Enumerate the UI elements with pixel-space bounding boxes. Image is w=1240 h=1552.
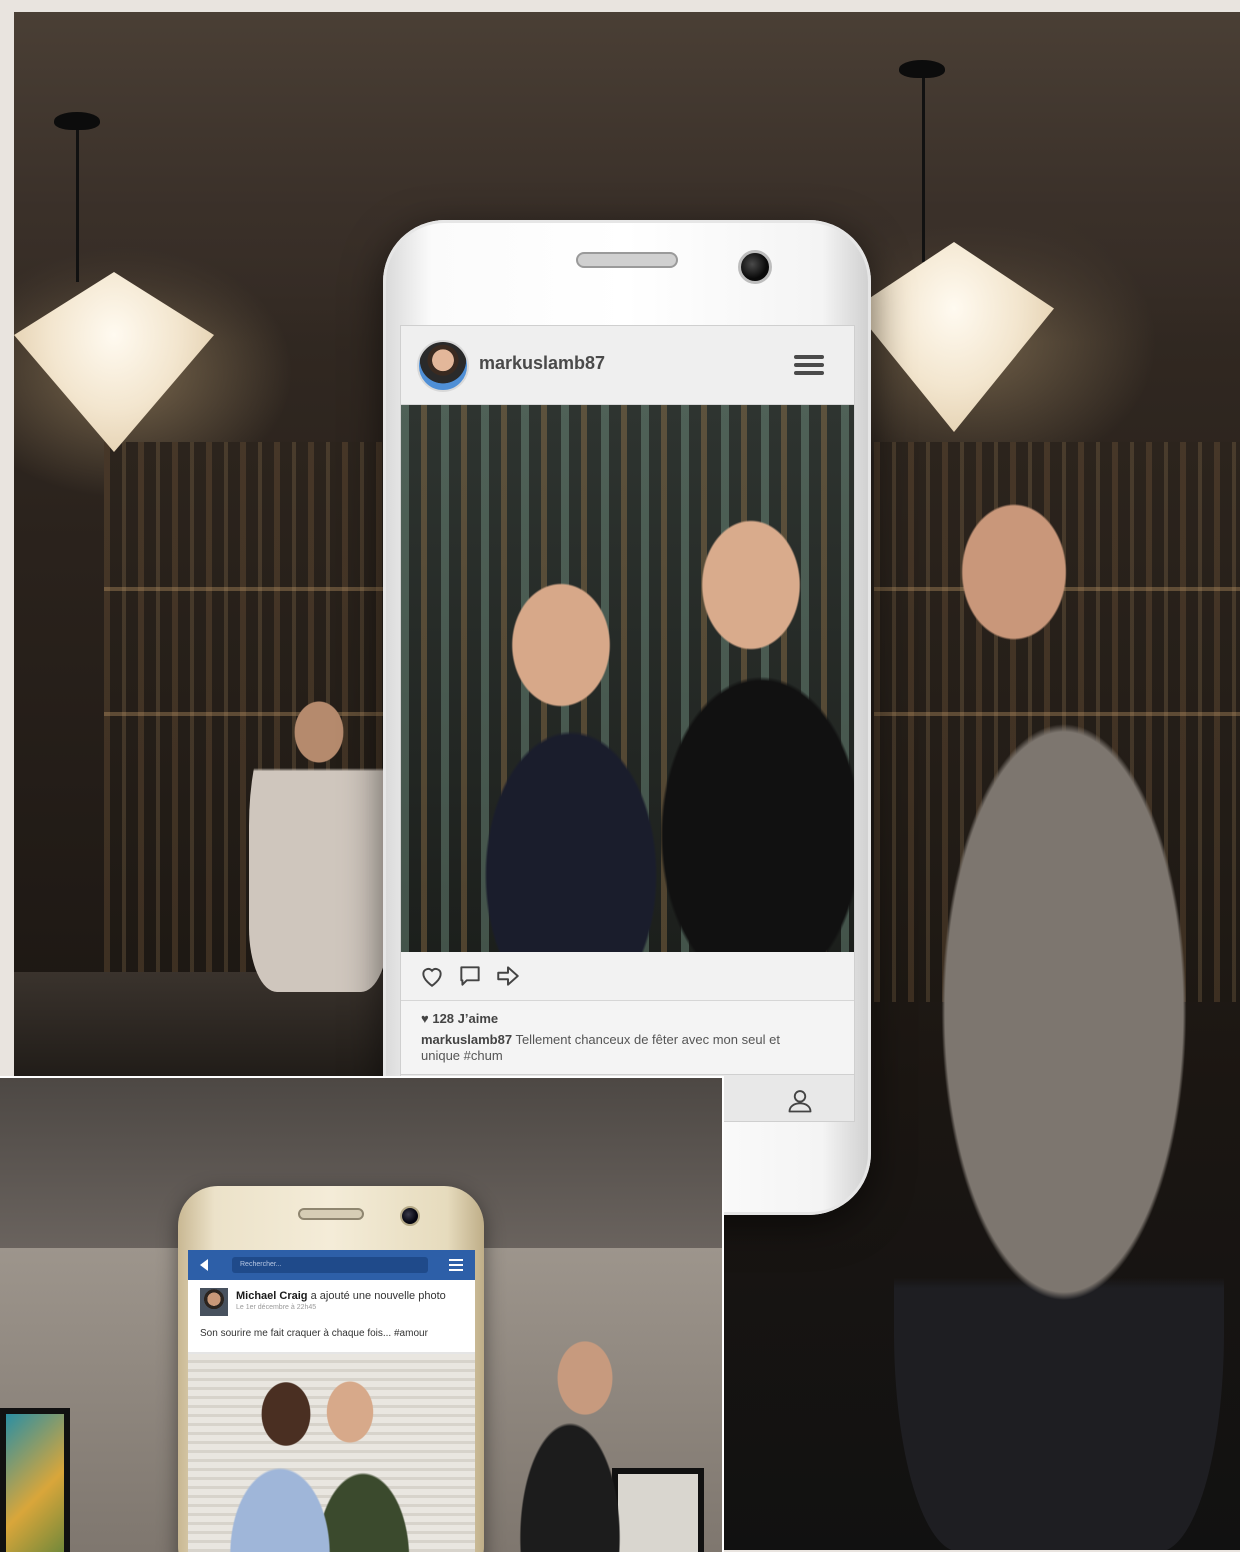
- shelf-line: [104, 587, 394, 591]
- heart-filled-icon: ♥: [421, 1011, 429, 1026]
- lamp-cord: [922, 72, 925, 262]
- post-text: Son sourire me fait craquer à chaque foi…: [200, 1328, 428, 1339]
- caption: markuslamb87 Tellement chanceux de fêter…: [421, 1032, 801, 1064]
- front-camera: [738, 250, 772, 284]
- front-camera: [400, 1206, 420, 1226]
- man-in-black-shirt: [500, 1318, 640, 1552]
- instagram-screen: markuslamb87 ♥ 128 J’aime markuslamb87 T…: [400, 325, 855, 1122]
- share-icon[interactable]: [495, 963, 521, 989]
- post-photo[interactable]: [188, 1354, 475, 1552]
- avatar[interactable]: [417, 340, 469, 392]
- comment-icon[interactable]: [457, 963, 483, 989]
- menu-icon[interactable]: [794, 355, 824, 375]
- post-timestamp[interactable]: Le 1er décembre à 22h45: [236, 1304, 316, 1311]
- post-photo[interactable]: [401, 405, 854, 952]
- smartphone-small: Rechercher... Michael Craig a ajouté une…: [178, 1186, 484, 1552]
- avatar[interactable]: [200, 1288, 228, 1316]
- speaker-grille: [576, 252, 678, 268]
- like-count-text: 128 J’aime: [432, 1011, 499, 1026]
- back-arrow-icon[interactable]: [200, 1259, 208, 1271]
- heart-icon[interactable]: [419, 963, 445, 989]
- smartphone-large: markuslamb87 ♥ 128 J’aime markuslamb87 T…: [383, 220, 871, 1215]
- menu-icon[interactable]: [449, 1259, 463, 1274]
- post-header: markuslamb87: [401, 326, 854, 405]
- facebook-screen: Rechercher... Michael Craig a ajouté une…: [188, 1250, 475, 1552]
- top-bar: Rechercher...: [188, 1250, 475, 1280]
- username[interactable]: markuslamb87: [479, 353, 605, 374]
- living-room-photo: Rechercher... Michael Craig a ajouté une…: [0, 1076, 724, 1552]
- caption-username[interactable]: markuslamb87: [421, 1032, 512, 1047]
- lamp-cord: [76, 122, 79, 282]
- lamp-cap: [899, 60, 945, 78]
- like-count: ♥ 128 J’aime: [421, 1011, 498, 1026]
- bartender: [249, 672, 389, 992]
- search-input[interactable]: Rechercher...: [232, 1257, 428, 1273]
- speaker-grille: [298, 1208, 364, 1220]
- post-author-line: Michael Craig a ajouté une nouvelle phot…: [236, 1290, 446, 1302]
- post-actions: [401, 952, 854, 1001]
- lamp-cap: [54, 112, 100, 130]
- wall-painting: [0, 1408, 70, 1552]
- profile-icon[interactable]: [786, 1087, 814, 1115]
- post-action: a ajouté une nouvelle photo: [310, 1290, 446, 1302]
- poster-name[interactable]: Michael Craig: [236, 1290, 308, 1302]
- bearded-man: [894, 452, 1224, 1550]
